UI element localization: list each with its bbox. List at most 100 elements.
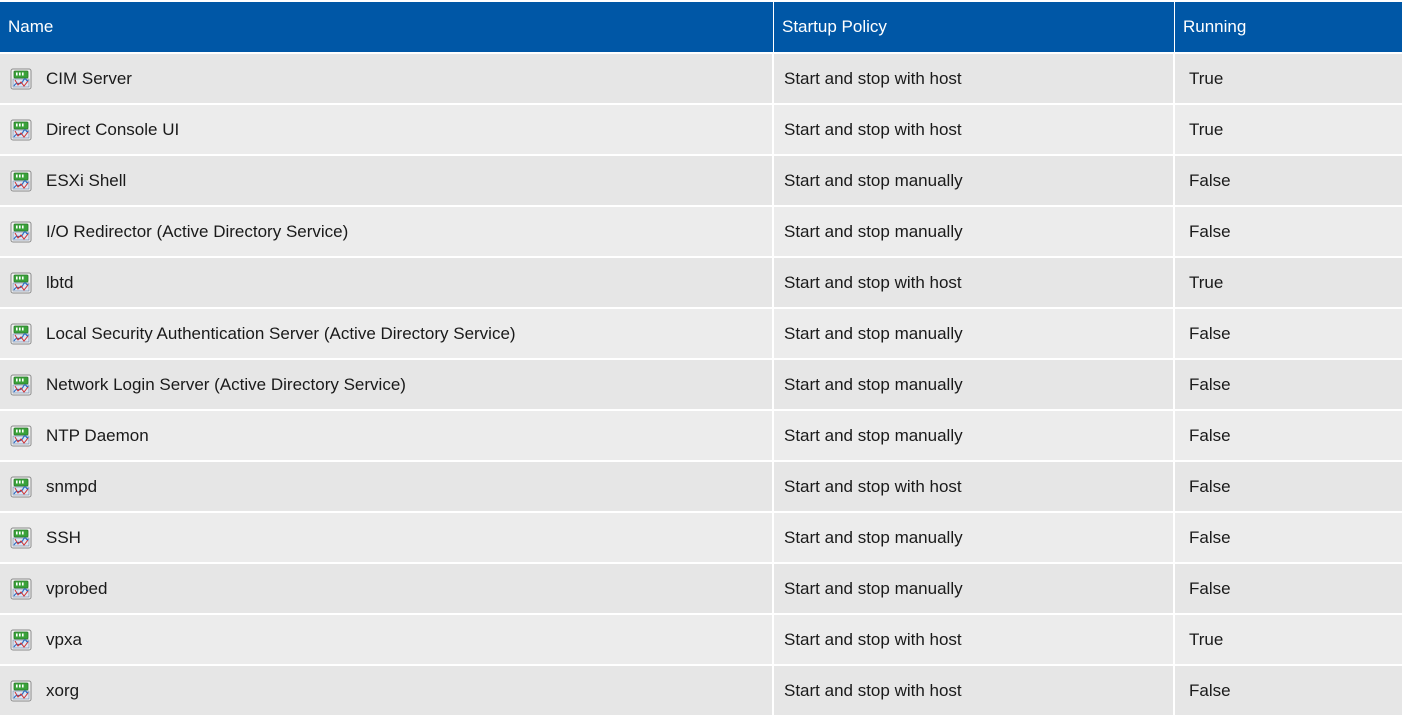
column-header-running[interactable]: Running <box>1175 2 1402 52</box>
cell-running[interactable]: False <box>1175 156 1402 205</box>
running-value: False <box>1189 680 1231 700</box>
service-icon <box>10 374 32 396</box>
service-icon <box>10 221 32 243</box>
table-header: Name Startup Policy Running <box>0 2 1402 52</box>
table-row[interactable]: Local Security Authentication Server (Ac… <box>0 307 1402 358</box>
cell-running[interactable]: False <box>1175 207 1402 256</box>
service-name: NTP Daemon <box>46 425 149 445</box>
service-name: I/O Redirector (Active Directory Service… <box>46 221 349 241</box>
service-icon <box>10 476 32 498</box>
cell-name[interactable]: Local Security Authentication Server (Ac… <box>0 309 774 358</box>
cell-running[interactable]: False <box>1175 411 1402 460</box>
startup-policy-value: Start and stop manually <box>784 425 963 445</box>
cell-running[interactable]: False <box>1175 666 1402 715</box>
cell-startup-policy[interactable]: Start and stop with host <box>774 105 1175 154</box>
cell-name[interactable]: snmpd <box>0 462 774 511</box>
table-row[interactable]: snmpd Start and stop with host False <box>0 460 1402 511</box>
service-icon <box>10 425 32 447</box>
service-icon <box>10 629 32 651</box>
service-icon <box>10 119 32 141</box>
services-table: Name Startup Policy Running CIM Server St… <box>0 2 1402 715</box>
startup-policy-value: Start and stop manually <box>784 323 963 343</box>
cell-name[interactable]: vprobed <box>0 564 774 613</box>
cell-startup-policy[interactable]: Start and stop manually <box>774 513 1175 562</box>
cell-running[interactable]: False <box>1175 564 1402 613</box>
cell-running[interactable]: True <box>1175 615 1402 664</box>
running-value: False <box>1189 170 1231 190</box>
cell-running[interactable]: True <box>1175 258 1402 307</box>
running-value: True <box>1189 272 1224 292</box>
startup-policy-value: Start and stop with host <box>784 476 962 496</box>
table-row[interactable]: NTP Daemon Start and stop manually False <box>0 409 1402 460</box>
service-icon <box>10 323 32 345</box>
service-name: Network Login Server (Active Directory S… <box>46 374 406 394</box>
cell-startup-policy[interactable]: Start and stop manually <box>774 360 1175 409</box>
running-value: False <box>1189 374 1231 394</box>
cell-startup-policy[interactable]: Start and stop with host <box>774 54 1175 103</box>
service-name: vprobed <box>46 578 108 598</box>
cell-name[interactable]: ESXi Shell <box>0 156 774 205</box>
cell-running[interactable]: False <box>1175 360 1402 409</box>
cell-name[interactable]: SSH <box>0 513 774 562</box>
startup-policy-value: Start and stop manually <box>784 578 963 598</box>
service-name: SSH <box>46 527 81 547</box>
table-row[interactable]: lbtd Start and stop with host True <box>0 256 1402 307</box>
service-icon <box>10 68 32 90</box>
running-value: True <box>1189 629 1224 649</box>
service-icon <box>10 170 32 192</box>
table-row[interactable]: CIM Server Start and stop with host True <box>0 52 1402 103</box>
table-row[interactable]: ESXi Shell Start and stop manually False <box>0 154 1402 205</box>
service-icon <box>10 578 32 600</box>
cell-startup-policy[interactable]: Start and stop manually <box>774 411 1175 460</box>
cell-name[interactable]: I/O Redirector (Active Directory Service… <box>0 207 774 256</box>
cell-name[interactable]: vpxa <box>0 615 774 664</box>
cell-startup-policy[interactable]: Start and stop manually <box>774 156 1175 205</box>
table-row[interactable]: Direct Console UI Start and stop with hos… <box>0 103 1402 154</box>
cell-running[interactable]: False <box>1175 513 1402 562</box>
cell-startup-policy[interactable]: Start and stop manually <box>774 309 1175 358</box>
startup-policy-value: Start and stop manually <box>784 527 963 547</box>
cell-name[interactable]: Network Login Server (Active Directory S… <box>0 360 774 409</box>
cell-startup-policy[interactable]: Start and stop manually <box>774 564 1175 613</box>
service-name: lbtd <box>46 272 74 292</box>
service-icon <box>10 272 32 294</box>
cell-running[interactable]: True <box>1175 54 1402 103</box>
cell-startup-policy[interactable]: Start and stop with host <box>774 615 1175 664</box>
cell-startup-policy[interactable]: Start and stop with host <box>774 666 1175 715</box>
table-body: CIM Server Start and stop with host True D… <box>0 52 1402 715</box>
table-row[interactable]: xorg Start and stop with host False <box>0 664 1402 715</box>
cell-name[interactable]: NTP Daemon <box>0 411 774 460</box>
service-name: Local Security Authentication Server (Ac… <box>46 323 516 343</box>
startup-policy-value: Start and stop with host <box>784 680 962 700</box>
startup-policy-value: Start and stop with host <box>784 119 962 139</box>
service-icon <box>10 680 32 702</box>
table-row[interactable]: Network Login Server (Active Directory S… <box>0 358 1402 409</box>
cell-name[interactable]: xorg <box>0 666 774 715</box>
startup-policy-value: Start and stop manually <box>784 374 963 394</box>
table-row[interactable]: I/O Redirector (Active Directory Service… <box>0 205 1402 256</box>
startup-policy-value: Start and stop with host <box>784 68 962 88</box>
running-value: True <box>1189 68 1224 88</box>
cell-name[interactable]: CIM Server <box>0 54 774 103</box>
table-row[interactable]: vpxa Start and stop with host True <box>0 613 1402 664</box>
service-name: CIM Server <box>46 68 132 88</box>
cell-startup-policy[interactable]: Start and stop with host <box>774 462 1175 511</box>
startup-policy-value: Start and stop with host <box>784 629 962 649</box>
cell-name[interactable]: Direct Console UI <box>0 105 774 154</box>
running-value: False <box>1189 221 1231 241</box>
column-header-startup-policy[interactable]: Startup Policy <box>774 2 1175 52</box>
cell-running[interactable]: False <box>1175 462 1402 511</box>
startup-policy-value: Start and stop with host <box>784 272 962 292</box>
running-value: False <box>1189 323 1231 343</box>
startup-policy-value: Start and stop manually <box>784 170 963 190</box>
cell-startup-policy[interactable]: Start and stop with host <box>774 258 1175 307</box>
running-value: False <box>1189 578 1231 598</box>
table-row[interactable]: vprobed Start and stop manually False <box>0 562 1402 613</box>
cell-running[interactable]: False <box>1175 309 1402 358</box>
service-name: ESXi Shell <box>46 170 127 190</box>
cell-running[interactable]: True <box>1175 105 1402 154</box>
column-header-name[interactable]: Name <box>0 2 774 52</box>
cell-startup-policy[interactable]: Start and stop manually <box>774 207 1175 256</box>
table-row[interactable]: SSH Start and stop manually False <box>0 511 1402 562</box>
cell-name[interactable]: lbtd <box>0 258 774 307</box>
